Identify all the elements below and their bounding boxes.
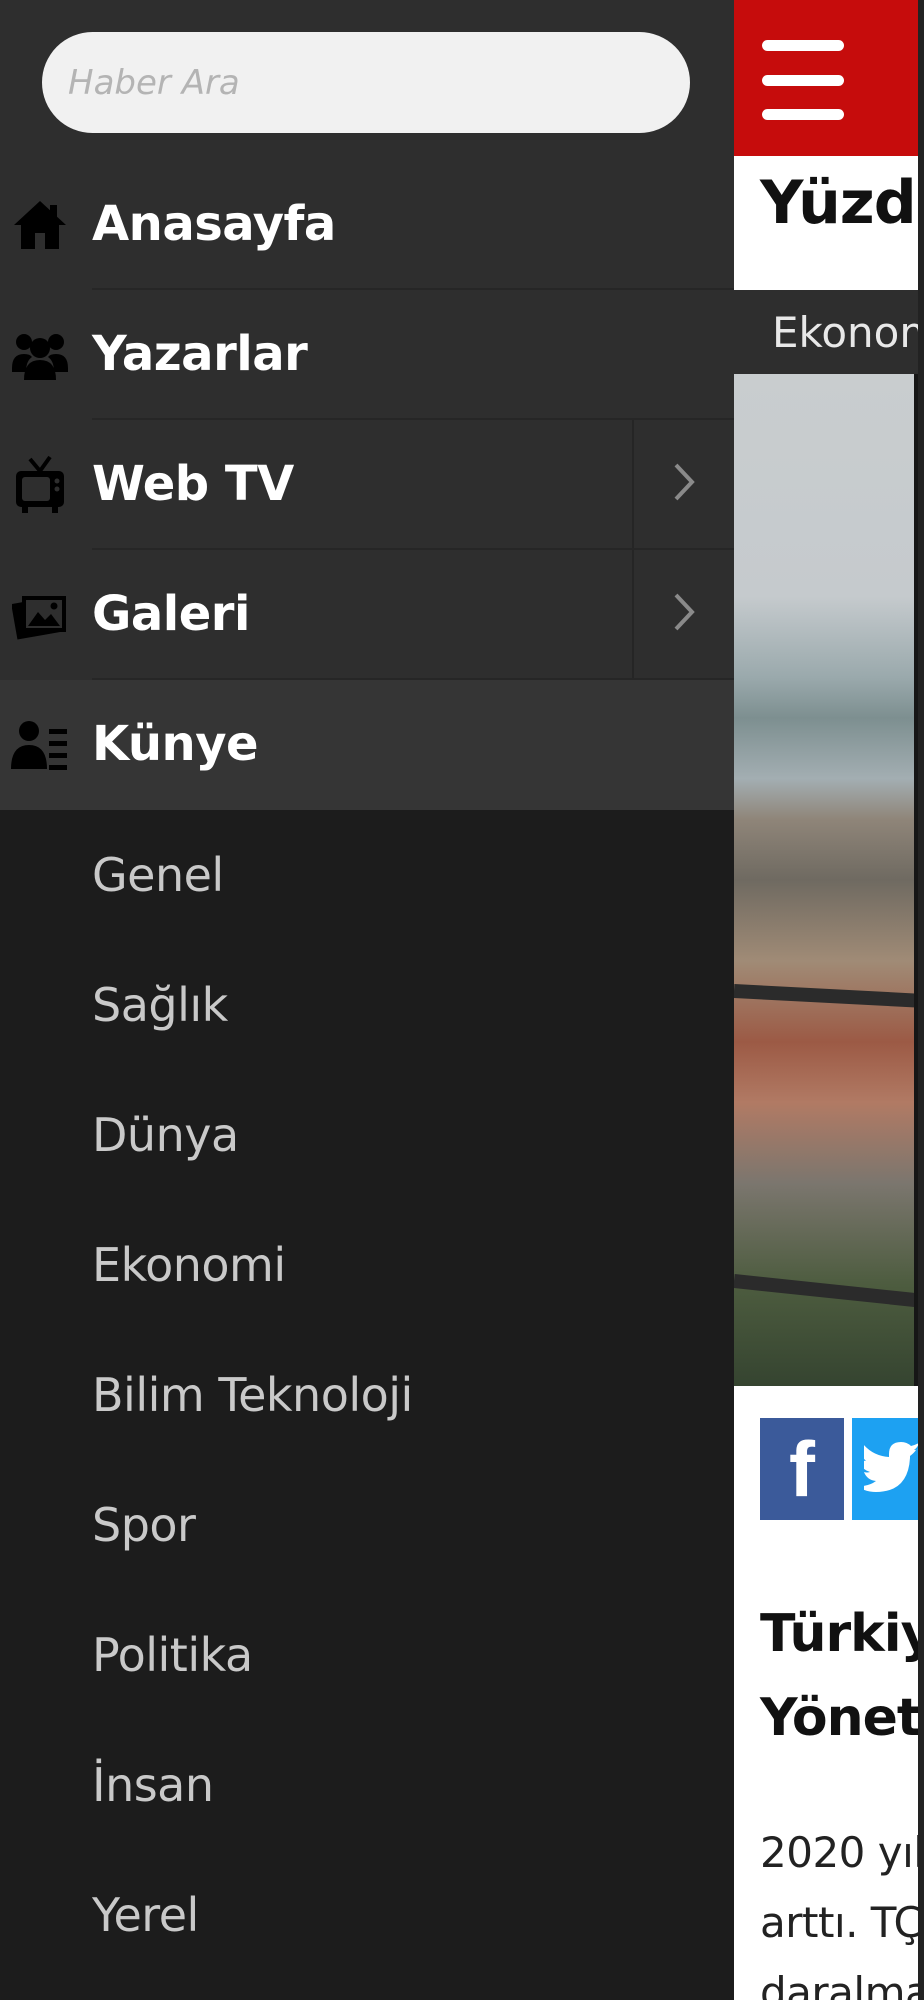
subheadline-line: Yönetin	[760, 1688, 924, 1748]
article-headline: Yüzde	[760, 168, 924, 238]
menu-item-web-tv[interactable]: Web TV	[0, 420, 734, 550]
body-line: daralmad	[760, 1968, 924, 2000]
article-category[interactable]: Ekonomi	[772, 308, 924, 357]
search-box[interactable]	[42, 32, 690, 133]
category-item-saglik[interactable]: Sağlık	[0, 940, 734, 1070]
gallery-icon	[10, 585, 70, 645]
users-icon	[10, 325, 70, 385]
expand-web-tv-button[interactable]	[632, 420, 734, 548]
tv-icon	[10, 455, 70, 515]
contact-card-icon	[10, 715, 70, 775]
top-bar	[734, 0, 924, 156]
twitter-share-button[interactable]	[852, 1418, 924, 1520]
body-line: arttı. TÇM	[760, 1898, 924, 1947]
search-area	[0, 0, 734, 160]
category-item-spor[interactable]: Spor	[0, 1460, 734, 1590]
hamburger-menu-icon[interactable]	[762, 40, 844, 120]
category-item-insan[interactable]: İnsan	[0, 1720, 734, 1850]
menu-item-kunye[interactable]: Künye	[0, 680, 734, 810]
menu-item-label: Galeri	[92, 585, 250, 642]
twitter-icon	[856, 1442, 924, 1496]
photo-detail	[734, 984, 924, 1008]
menu-item-label: Anasayfa	[92, 195, 336, 252]
category-item-dunya[interactable]: Dünya	[0, 1070, 734, 1200]
category-bar: Ekonomi	[734, 290, 924, 374]
category-item-bilim-teknoloji[interactable]: Bilim Teknoloji	[0, 1330, 734, 1460]
menu-item-label: Web TV	[92, 455, 294, 512]
article-subheadline: Türkiye Yönetin	[760, 1592, 924, 1760]
category-item-politika[interactable]: Politika	[0, 1590, 734, 1720]
chevron-right-icon	[673, 462, 695, 506]
menu-line	[762, 109, 844, 120]
facebook-share-button[interactable]: f	[760, 1418, 844, 1520]
article-page: Yüzde Ekonomi f Türkiye Yönetin 2020 yıl…	[734, 0, 924, 2000]
chevron-right-icon	[673, 592, 695, 636]
home-icon	[10, 195, 70, 255]
facebook-icon: f	[789, 1424, 815, 1513]
menu-item-anasayfa[interactable]: Anasayfa	[0, 160, 734, 290]
menu-item-label: Künye	[92, 715, 259, 772]
photo-detail	[734, 1274, 924, 1308]
menu-line	[762, 40, 844, 51]
page-edge	[918, 0, 924, 2000]
search-input[interactable]	[68, 62, 690, 103]
menu-item-galeri[interactable]: Galeri	[0, 550, 734, 680]
menu-item-yazarlar[interactable]: Yazarlar	[0, 290, 734, 420]
navigation-drawer: Anasayfa Yazarlar Web TV Galeri	[0, 0, 734, 2000]
category-item-ekonomi[interactable]: Ekonomi	[0, 1200, 734, 1330]
subheadline-line: Türkiye	[760, 1604, 924, 1664]
article-body: 2020 yılın arttı. TÇM daralmad	[760, 1818, 924, 2000]
body-line: 2020 yılın	[760, 1828, 924, 1877]
article-photo	[734, 374, 924, 1386]
menu-line	[762, 74, 844, 86]
category-item-genel[interactable]: Genel	[0, 810, 734, 940]
category-list: Genel Sağlık Dünya Ekonomi Bilim Teknolo…	[0, 810, 734, 1980]
menu-item-label: Yazarlar	[92, 325, 308, 382]
expand-galeri-button[interactable]	[632, 550, 734, 678]
category-item-yerel[interactable]: Yerel	[0, 1850, 734, 1980]
